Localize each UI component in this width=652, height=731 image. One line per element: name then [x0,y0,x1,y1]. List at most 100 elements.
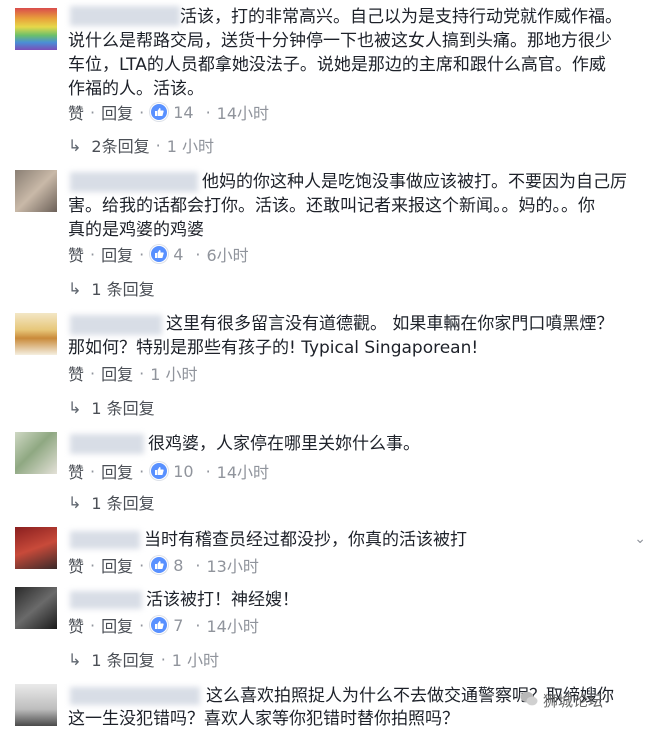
like-button[interactable]: 赞 [68,459,84,483]
avatar[interactable] [15,8,57,50]
replies-timestamp: 1 小时 [166,137,214,156]
comment-text: 当时有稽查员经过都没抄，你真的活该被打 [144,530,467,550]
commenter-name[interactable] [70,434,144,454]
commenter-name[interactable] [70,531,140,549]
comment-actions: 赞 · 回复 · 8 · 13小时 [68,553,259,577]
comment-actions: 赞 · 回复 · 4 · 6小时 [68,242,249,266]
separator: · [139,461,145,481]
comment-actions: 赞 · 回复 · 10 · 14小时 [68,459,269,483]
chevron-down-icon[interactable]: ⌄ [634,531,646,547]
like-button[interactable]: 赞 [68,613,84,637]
separator: · [160,649,166,669]
timestamp[interactable]: 6小时 [207,242,249,266]
view-replies-link[interactable]: ↳ 1 条回复 [68,490,155,514]
reply-button[interactable]: 回复 [101,553,133,577]
like-button[interactable]: 赞 [68,242,84,266]
commenter-name[interactable] [70,315,162,335]
watermark-text: 狮城论坛 [543,692,604,710]
commenter-name[interactable] [70,172,198,192]
comment-actions: 赞 · 回复 · 14 · 14小时 [68,100,269,124]
like-count: 7 [173,615,184,635]
comment-text: 害。给我的话都会打你。活该。还敢叫记者来报这个新闻。。妈的。。你 [68,196,595,216]
view-replies-link[interactable]: ↳ 1 条回复 · 1 小时 [68,647,219,671]
comment-text: 很鸡婆，人家停在哪里关妳什么事。 [148,434,420,454]
reply-arrow-icon: ↳ [68,397,82,417]
separator: · [90,363,96,383]
separator: · [139,363,145,383]
comment-actions: 赞 · 回复 · 7 · 14小时 [68,613,259,637]
commenter-name[interactable] [70,591,142,609]
avatar[interactable] [15,684,57,726]
like-button[interactable]: 赞 [68,553,84,577]
separator: · [195,555,201,575]
replies-count: 2条回复 [91,137,150,156]
watermark: 狮城论坛 [520,690,603,711]
separator: · [139,244,145,264]
timestamp[interactable]: 13小时 [207,553,259,577]
like-count: 14 [173,102,194,122]
like-reaction-icon[interactable] [150,245,169,263]
separator: · [205,461,211,481]
comment-text: 活该被打！神经嫂！ [146,590,299,610]
separator: · [139,555,145,575]
reply-button[interactable]: 回复 [101,613,133,637]
comment-text: 活该，打的非常高兴。自己以为是支持行动党就作威作福。 [180,7,622,27]
reply-arrow-icon: ↳ [68,649,82,669]
like-reaction-icon[interactable] [150,556,169,574]
like-reaction-icon[interactable] [150,616,169,634]
replies-count: 1 条回复 [91,494,155,513]
separator: · [90,102,96,122]
replies-count: 1 条回复 [91,651,155,670]
separator: · [90,615,96,635]
separator: · [195,244,201,264]
avatar[interactable] [15,527,57,569]
view-replies-link[interactable]: ↳ 1 条回复 [68,395,155,419]
like-count: 8 [173,555,184,575]
comment-text: 说什么是帮路交局，送货十分钟停一下也被这女人搞到头痛。那地方很少 [68,31,612,51]
separator: · [155,135,161,155]
separator: · [90,461,96,481]
separator: · [139,615,145,635]
reply-button[interactable]: 回复 [101,100,133,124]
replies-timestamp: 1 小时 [171,651,220,670]
replies-count: 1 条回复 [91,399,155,418]
comment-text: 他妈的你这种人是吃饱没事做应该被打。不要因为自己厉 [202,172,627,192]
separator: · [195,615,201,635]
separator: · [90,555,96,575]
timestamp[interactable]: 1 小时 [150,361,197,385]
like-count: 10 [173,461,194,481]
commenter-name[interactable] [70,6,180,26]
like-reaction-icon[interactable] [150,103,169,121]
comment-text: 这里有很多留言没有道德觀。 如果車輛在你家門口噴黑煙？ [166,314,614,334]
timestamp[interactable]: 14小时 [207,613,259,637]
reply-arrow-icon: ↳ [68,278,82,298]
like-button[interactable]: 赞 [68,100,84,124]
avatar[interactable] [15,432,57,474]
timestamp[interactable]: 14小时 [217,100,269,124]
like-reaction-icon[interactable] [150,462,169,480]
commenter-name[interactable] [70,687,200,705]
comment-text: 这一生没犯错吗？喜欢人家等你犯错时替你拍照吗？ [68,709,459,729]
wechat-icon [520,691,538,711]
reply-button[interactable]: 回复 [101,361,133,385]
comment-text: 车位，LTA的人员都拿她没法子。说她是那边的主席和跟什么高官。作威 [68,55,606,75]
separator: · [90,244,96,264]
avatar[interactable] [15,587,57,629]
replies-count: 1 条回复 [91,280,155,299]
avatar[interactable] [15,313,57,355]
reply-button[interactable]: 回复 [101,242,133,266]
avatar[interactable] [15,170,57,212]
timestamp[interactable]: 14小时 [217,459,269,483]
comment-text: 作福的人。活该。 [68,79,204,99]
reply-button[interactable]: 回复 [101,459,133,483]
comment-text: 那如何？特别是那些有孩子的! Typical Singaporean! [68,338,479,358]
reply-arrow-icon: ↳ [68,135,82,155]
separator: · [139,102,145,122]
separator: · [205,102,211,122]
reply-arrow-icon: ↳ [68,492,82,512]
view-replies-link[interactable]: ↳ 1 条回复 [68,276,155,300]
like-count: 4 [173,244,184,264]
like-button[interactable]: 赞 [68,361,84,385]
comment-actions: 赞 · 回复 · 1 小时 [68,361,198,385]
view-replies-link[interactable]: ↳ 2条回复 · 1 小时 [68,133,214,157]
